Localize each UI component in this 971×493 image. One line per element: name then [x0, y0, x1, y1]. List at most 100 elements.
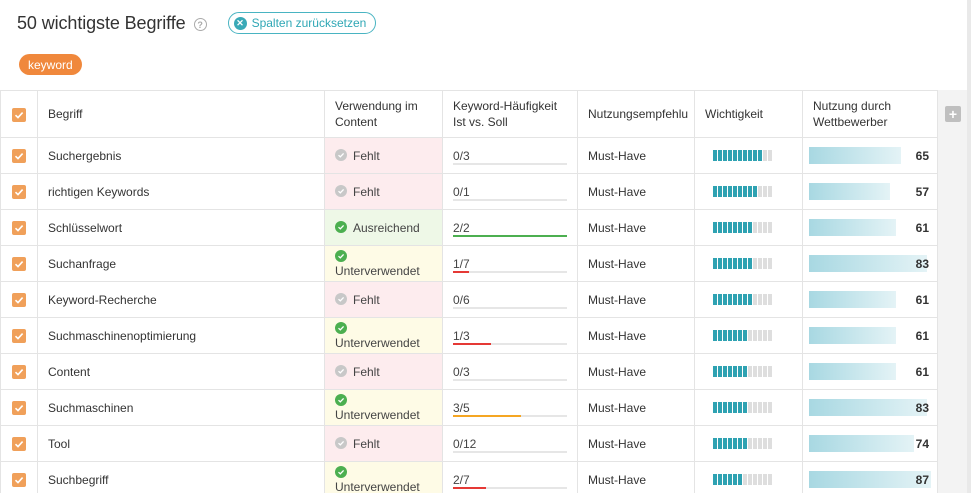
- importance-segment: [768, 366, 772, 377]
- row-checkbox[interactable]: [12, 148, 26, 163]
- importance-segment: [743, 150, 747, 161]
- table-row[interactable]: Content Fehlt 0/3 Must-Have 61: [0, 353, 938, 390]
- row-checkbox[interactable]: [12, 220, 26, 235]
- term-label: Keyword-Recherche: [48, 292, 157, 307]
- competition-value: 61: [915, 329, 929, 343]
- row-select-cell[interactable]: [0, 209, 38, 246]
- row-select-cell[interactable]: [0, 245, 38, 282]
- row-checkbox[interactable]: [12, 472, 26, 487]
- select-all-cell[interactable]: [0, 90, 38, 138]
- help-icon[interactable]: ?: [193, 18, 207, 31]
- term-cell: Suchanfrage: [37, 245, 325, 282]
- table-row[interactable]: Schlüsselwort Ausreichend 2/2 Must-Have 61: [0, 209, 938, 246]
- term-cell: Keyword-Recherche: [37, 281, 325, 318]
- column-header-competition[interactable]: Nutzung durch Wettbewerber: [802, 90, 938, 138]
- table-row[interactable]: Suchanfrage Unterverwendet 1/7 Must-Have 83: [0, 245, 938, 282]
- importance-segment: [738, 366, 742, 377]
- table-row[interactable]: Suchbegriff Unterverwendet 2/7 Must-Have 87: [0, 461, 938, 493]
- frequency-label: 0/12: [453, 437, 477, 451]
- column-header-recommendation[interactable]: Nutzungsempfehlu: [577, 90, 695, 138]
- importance-meter: [713, 258, 802, 269]
- importance-segment: [748, 258, 752, 269]
- importance-segment: [728, 222, 732, 233]
- importance-segment: [728, 402, 732, 413]
- recommendation-cell: Must-Have: [577, 461, 695, 493]
- recommendation-label: Must-Have: [588, 220, 647, 235]
- importance-meter: [713, 330, 802, 341]
- competition-cell: 61: [802, 209, 938, 246]
- importance-segment: [763, 186, 767, 197]
- competition-cell: 83: [802, 389, 938, 426]
- column-header-frequency[interactable]: Keyword-Häufigkeit Ist vs. Soll: [442, 90, 578, 138]
- column-header-term[interactable]: Begriff: [37, 90, 325, 138]
- importance-segment: [728, 474, 732, 485]
- row-checkbox[interactable]: [12, 256, 26, 271]
- frequency-label: 2/2: [453, 221, 470, 235]
- importance-segment: [743, 222, 747, 233]
- row-select-cell[interactable]: [0, 353, 38, 390]
- importance-segment: [748, 186, 752, 197]
- competition-value: 83: [915, 401, 929, 415]
- recommendation-label: Must-Have: [588, 364, 647, 379]
- row-checkbox[interactable]: [12, 184, 26, 199]
- row-checkbox[interactable]: [12, 292, 26, 307]
- importance-segment: [728, 366, 732, 377]
- row-checkbox[interactable]: [12, 436, 26, 451]
- recommendation-cell: Must-Have: [577, 425, 695, 462]
- importance-segment: [763, 222, 767, 233]
- row-select-cell[interactable]: [0, 281, 38, 318]
- importance-segment: [718, 222, 722, 233]
- table-row[interactable]: Suchmaschinen Unterverwendet 3/5 Must-Have 8…: [0, 389, 938, 426]
- row-select-cell[interactable]: [0, 137, 38, 174]
- page-scrollbar[interactable]: [967, 0, 971, 493]
- competition-bar-track: [809, 363, 931, 380]
- table-row[interactable]: Suchergebnis Fehlt 0/3 Must-Have 65: [0, 137, 938, 174]
- reset-columns-button[interactable]: ✕ Spalten zurücksetzen: [227, 12, 377, 34]
- importance-segment: [743, 258, 747, 269]
- usage-label: Unterverwendet: [335, 335, 420, 350]
- frequency-label: 2/7: [453, 473, 470, 487]
- term-label: richtigen Keywords: [48, 184, 150, 199]
- select-all-checkbox[interactable]: [12, 107, 26, 122]
- row-checkbox[interactable]: [12, 328, 26, 343]
- add-column-button[interactable]: +: [945, 106, 961, 122]
- competition-bar: [809, 471, 931, 488]
- importance-segment: [723, 186, 727, 197]
- row-select-cell[interactable]: [0, 425, 38, 462]
- row-checkbox[interactable]: [12, 364, 26, 379]
- table-row[interactable]: Suchmaschinenoptimierung Unterverwendet 1/…: [0, 317, 938, 354]
- frequency-label: 0/6: [453, 293, 470, 307]
- page-title: 50 wichtigste Begriffe: [17, 12, 186, 33]
- frequency-progress-track: [453, 451, 567, 453]
- usage-label: Ausreichend: [353, 220, 420, 235]
- checkmark-icon: [14, 332, 24, 340]
- importance-segment: [718, 402, 722, 413]
- row-select-cell[interactable]: [0, 389, 38, 426]
- frequency-cell: 3/5: [442, 389, 578, 426]
- keyword-tag[interactable]: keyword: [19, 54, 82, 75]
- recommendation-label: Must-Have: [588, 472, 647, 487]
- column-header-importance[interactable]: Wichtigkeit: [694, 90, 803, 138]
- row-select-cell[interactable]: [0, 317, 38, 354]
- row-select-cell[interactable]: [0, 173, 38, 210]
- importance-segment: [748, 294, 752, 305]
- table-row[interactable]: richtigen Keywords Fehlt 0/1 Must-Have 57: [0, 173, 938, 210]
- row-checkbox[interactable]: [12, 400, 26, 415]
- importance-segment: [768, 474, 772, 485]
- column-header-usage[interactable]: Verwendung im Content: [324, 90, 443, 138]
- importance-cell: [694, 317, 803, 354]
- frequency-progress-track: [453, 343, 567, 345]
- importance-segment: [738, 294, 742, 305]
- importance-segment: [763, 294, 767, 305]
- competition-bar: [809, 291, 896, 308]
- competition-bar-track: [809, 255, 931, 272]
- competition-cell: 65: [802, 137, 938, 174]
- importance-cell: [694, 281, 803, 318]
- importance-segment: [763, 330, 767, 341]
- table-row[interactable]: Tool Fehlt 0/12 Must-Have 74: [0, 425, 938, 462]
- row-select-cell[interactable]: [0, 461, 38, 493]
- competition-bar: [809, 219, 896, 236]
- table-row[interactable]: Keyword-Recherche Fehlt 0/6 Must-Have 61: [0, 281, 938, 318]
- competition-bar: [809, 399, 928, 416]
- recommendation-label: Must-Have: [588, 256, 647, 271]
